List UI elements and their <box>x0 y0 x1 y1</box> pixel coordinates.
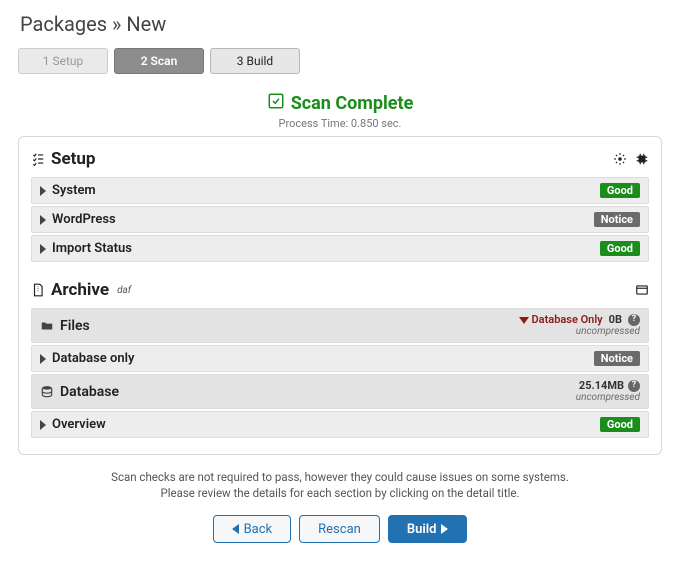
setup-row-system[interactable]: System Good <box>31 177 649 204</box>
build-button[interactable]: Build <box>388 515 468 543</box>
footer-note: Scan checks are not required to pass, ho… <box>18 469 662 501</box>
folder-open-icon <box>40 319 54 333</box>
setup-row-import-status[interactable]: Import Status Good <box>31 235 649 262</box>
rescan-label: Rescan <box>318 522 361 537</box>
step-build[interactable]: 3 Build <box>210 48 300 74</box>
database-only-flag: Database Only <box>519 314 603 326</box>
help-icon[interactable]: ? <box>628 314 640 326</box>
caret-right-icon <box>441 524 448 534</box>
archive-title: Archive <box>51 280 109 300</box>
caret-right-icon <box>40 186 46 196</box>
files-uncompressed-label: uncompressed <box>576 326 640 337</box>
list-check-icon <box>31 152 45 166</box>
build-label: Build <box>407 522 437 537</box>
caret-right-icon <box>40 354 46 364</box>
setup-title: Setup <box>51 149 95 169</box>
caret-left-icon <box>232 524 239 534</box>
setup-row-label: WordPress <box>52 212 116 227</box>
gear-icon[interactable] <box>613 152 627 166</box>
db-only-text: Database Only <box>532 314 603 326</box>
files-row-database-only[interactable]: Database only Notice <box>31 345 649 372</box>
setup-row-label: Import Status <box>52 241 132 256</box>
process-time: Process Time: 0.850 sec. <box>18 117 662 130</box>
rescan-button[interactable]: Rescan <box>299 515 380 543</box>
footer-note-line2: Please review the details for each secti… <box>18 485 662 501</box>
chip-icon[interactable] <box>635 152 649 166</box>
caret-right-icon <box>40 244 46 254</box>
database-uncompressed-label: uncompressed <box>576 392 640 403</box>
status-badge: Good <box>600 241 640 256</box>
status-badge: Notice <box>594 212 640 227</box>
page-title: Packages » New <box>20 12 662 36</box>
files-size: 0B <box>609 314 622 326</box>
database-row-overview[interactable]: Overview Good <box>31 411 649 438</box>
caret-right-icon <box>40 420 46 430</box>
section-head-setup: Setup <box>31 145 649 175</box>
scan-complete-label: Scan Complete <box>291 93 414 114</box>
scan-complete-heading: Scan Complete <box>267 92 414 115</box>
back-label: Back <box>244 522 273 537</box>
footer-buttons: Back Rescan Build <box>18 515 662 543</box>
setup-row-wordpress[interactable]: WordPress Notice <box>31 206 649 233</box>
files-row-label: Database only <box>52 351 134 366</box>
database-header-label: Database <box>60 384 119 400</box>
status-badge: Good <box>600 183 640 198</box>
check-square-icon <box>267 92 285 115</box>
database-size: 25.14MB <box>579 380 624 392</box>
back-button[interactable]: Back <box>213 515 292 543</box>
files-header-row[interactable]: Files Database Only 0B ? uncompressed <box>31 308 649 343</box>
caret-down-icon <box>519 317 529 324</box>
status-badge: Notice <box>594 351 640 366</box>
status-badge: Good <box>600 417 640 432</box>
scan-results-card: Setup System Good WordPress Notice Impor… <box>18 136 662 455</box>
files-header-label: Files <box>60 318 90 334</box>
caret-right-icon <box>40 215 46 225</box>
database-icon <box>40 385 54 399</box>
step-tabs: 1 Setup 2 Scan 3 Build <box>18 48 662 74</box>
footer-note-line1: Scan checks are not required to pass, ho… <box>18 469 662 485</box>
setup-row-label: System <box>52 183 96 198</box>
database-row-label: Overview <box>52 417 106 432</box>
database-header-row[interactable]: Database 25.14MB ? uncompressed <box>31 374 649 409</box>
file-archive-icon <box>31 283 45 297</box>
step-scan: 2 Scan <box>114 48 204 74</box>
help-icon[interactable]: ? <box>628 380 640 392</box>
step-setup: 1 Setup <box>18 48 108 74</box>
section-head-archive: Archive daf <box>31 276 649 306</box>
archive-sup: daf <box>117 285 131 296</box>
window-icon[interactable] <box>635 283 649 297</box>
